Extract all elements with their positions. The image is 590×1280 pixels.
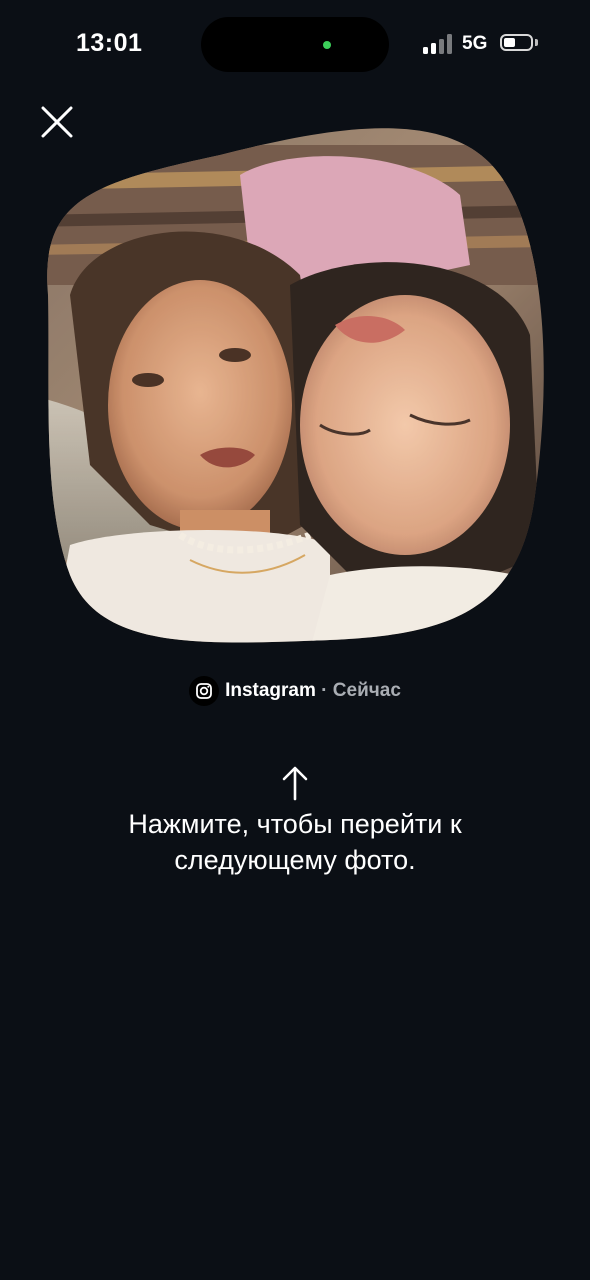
battery-tip [535,39,538,46]
photo-card[interactable] [30,105,550,650]
source-time: Сейчас [332,680,401,701]
status-time: 13:01 [76,29,143,57]
battery-level [504,38,515,47]
battery-icon [500,34,533,51]
arrow-up-icon [282,766,308,801]
source-separator: · [321,680,328,701]
source-app-name: Instagram [225,680,316,701]
instagram-icon [189,676,220,706]
status-bar: 13:01 5G [0,0,590,90]
close-button[interactable] [30,95,84,149]
hint-line-1: Нажмите, чтобы перейти к [128,809,462,839]
dynamic-island [201,17,389,72]
photo-source: Instagram · Сейчас [0,676,590,706]
cellular-signal-icon [423,34,455,54]
next-photo-hint: Нажмите, чтобы перейти к следующему фото… [0,806,590,878]
hint-line-2: следующему фото. [174,845,416,875]
camera-indicator-dot [323,41,331,49]
close-icon [41,106,73,138]
photo-image [47,128,544,643]
network-type: 5G [462,33,488,54]
